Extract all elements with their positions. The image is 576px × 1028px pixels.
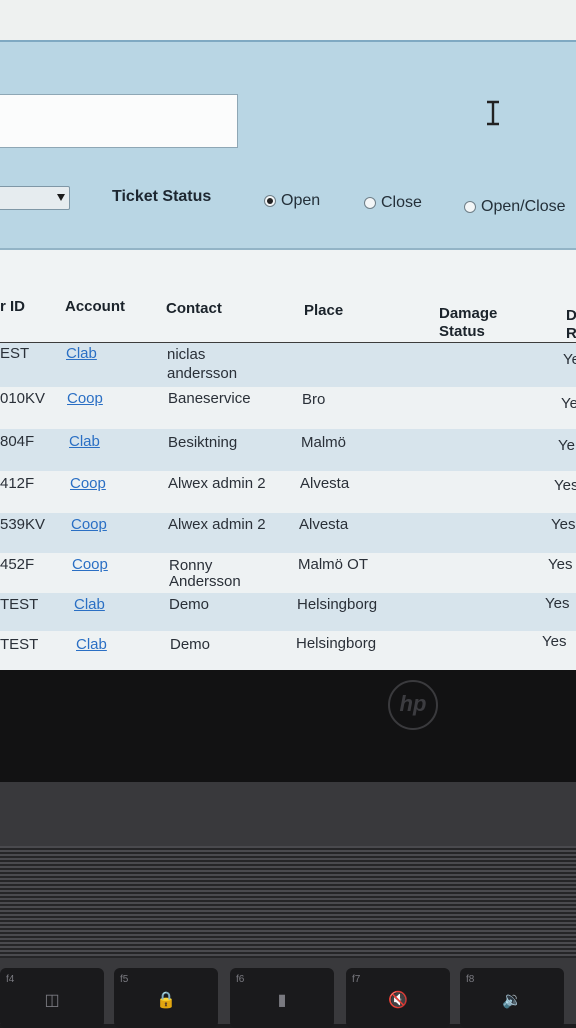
key-f6-label: f6 bbox=[236, 974, 245, 985]
status-radio-close[interactable]: Close bbox=[364, 194, 422, 212]
cell-contact: Demo bbox=[170, 636, 211, 653]
dropdown-arrow-icon bbox=[57, 194, 65, 201]
cell-place: Helsingborg bbox=[296, 635, 377, 652]
key-f4-label: f4 bbox=[6, 974, 15, 985]
key-f5-label: f5 bbox=[120, 974, 129, 985]
cell-last: Yes bbox=[554, 477, 576, 494]
cell-place: Alvesta bbox=[299, 516, 349, 533]
table-row[interactable]: 010KV Coop Baneservice Bro Ye bbox=[0, 387, 576, 429]
table-row[interactable]: EST Clab niclas andersson Ye bbox=[0, 343, 576, 387]
screen-bezel bbox=[0, 670, 576, 782]
battery-icon: ▮ bbox=[277, 992, 287, 1009]
col-header-contact[interactable]: Contact bbox=[166, 300, 222, 318]
cell-contact-line2: Andersson bbox=[169, 573, 241, 590]
cell-contact: Alwex admin 2 bbox=[168, 475, 266, 492]
status-radio-open-label: Open bbox=[281, 192, 321, 209]
cell-id: 010KV bbox=[0, 390, 46, 407]
cell-place: Malmö OT bbox=[298, 556, 369, 573]
cell-last: Yes bbox=[545, 595, 570, 612]
filter-select[interactable] bbox=[0, 186, 70, 210]
cell-account-link[interactable]: Coop bbox=[71, 516, 107, 533]
key-f5[interactable]: f5 🔒 bbox=[114, 968, 218, 1028]
cell-contact: Ronny bbox=[169, 557, 213, 574]
cell-account-link[interactable]: Clab bbox=[66, 345, 97, 362]
cell-id: 412F bbox=[0, 475, 35, 492]
speaker-grille bbox=[0, 846, 576, 958]
cell-contact: Alwex admin 2 bbox=[168, 516, 266, 533]
cell-account-link[interactable]: Coop bbox=[72, 556, 108, 573]
top-strip bbox=[0, 0, 576, 40]
radio-selected-icon[interactable] bbox=[264, 195, 276, 207]
status-radio-open-close-label: Open/Close bbox=[481, 198, 566, 215]
col-header-id[interactable]: r ID bbox=[0, 298, 25, 316]
status-radio-close-label: Close bbox=[381, 194, 422, 211]
cell-place: Helsingborg bbox=[297, 596, 378, 613]
key-f4[interactable]: f4 ◫ bbox=[0, 968, 104, 1028]
cell-account-link[interactable]: Coop bbox=[67, 390, 103, 407]
radio-unselected-icon[interactable] bbox=[464, 201, 476, 213]
cell-contact: Demo bbox=[169, 596, 210, 613]
cell-contact: niclas bbox=[167, 346, 206, 363]
ticket-status-label: Ticket Status bbox=[112, 188, 212, 205]
status-radio-open[interactable]: Open bbox=[264, 192, 320, 210]
lock-icon: 🔒 bbox=[156, 992, 176, 1009]
cell-last: Ye bbox=[558, 437, 575, 454]
cell-contact: Baneservice bbox=[168, 390, 251, 407]
table-row[interactable]: TEST Clab Demo Helsingborg Yes bbox=[0, 593, 576, 631]
col-header-damage-line2: Status bbox=[439, 323, 485, 340]
cell-id: EST bbox=[0, 345, 30, 362]
table-row[interactable]: 539KV Coop Alwex admin 2 Alvesta Yes bbox=[0, 513, 576, 553]
cell-account-link[interactable]: Clab bbox=[76, 636, 107, 653]
browser-screen: Ticket Status Open Close Open/Close r ID… bbox=[0, 0, 576, 670]
table-row[interactable]: TEST Clab Demo Helsingborg Yes bbox=[0, 631, 576, 670]
cell-last: Yes bbox=[548, 556, 573, 573]
cell-id: TEST bbox=[0, 636, 39, 653]
cell-last: Yes bbox=[551, 516, 576, 533]
cell-id: 539KV bbox=[0, 516, 46, 533]
cell-account-link[interactable]: Coop bbox=[70, 475, 106, 492]
col-header-place[interactable]: Place bbox=[304, 302, 343, 320]
cell-account-link[interactable]: Clab bbox=[69, 433, 100, 450]
tickets-table: r ID Account Contact Place Damage Status… bbox=[0, 250, 576, 670]
text-cursor-icon bbox=[487, 100, 499, 126]
col-header-last-line1: D bbox=[566, 307, 576, 324]
table-row[interactable]: 452F Coop Ronny Andersson Malmö OT Yes bbox=[0, 553, 576, 593]
volume-down-icon: 🔉 bbox=[502, 992, 522, 1009]
cell-place: Alvesta bbox=[300, 475, 350, 492]
cell-place: Malmö bbox=[301, 434, 347, 451]
key-f7[interactable]: f7 🔇 bbox=[346, 968, 450, 1028]
key-f8-label: f8 bbox=[466, 974, 475, 985]
key-f8[interactable]: f8 🔉 bbox=[460, 968, 564, 1028]
col-header-damage-status[interactable]: Damage Status bbox=[439, 305, 497, 341]
col-header-last[interactable]: D R bbox=[566, 307, 576, 343]
cell-id: TEST bbox=[0, 596, 39, 613]
cell-account-link[interactable]: Clab bbox=[74, 596, 105, 613]
radio-unselected-icon[interactable] bbox=[364, 197, 376, 209]
cell-last: Yes bbox=[542, 633, 567, 650]
hp-logo-icon: hp bbox=[388, 680, 438, 730]
table-row[interactable]: 804F Clab Besiktning Malmö Ye bbox=[0, 429, 576, 471]
col-header-last-line2: R bbox=[566, 325, 576, 342]
status-radio-open-close[interactable]: Open/Close bbox=[464, 198, 566, 216]
search-input[interactable] bbox=[0, 94, 238, 148]
cell-place: Bro bbox=[302, 391, 326, 408]
cell-last: Ye bbox=[561, 395, 576, 412]
filter-panel: Ticket Status Open Close Open/Close bbox=[0, 40, 576, 250]
cell-contact: Besiktning bbox=[168, 434, 238, 451]
window-switch-icon: ◫ bbox=[44, 992, 60, 1009]
table-row[interactable]: 412F Coop Alwex admin 2 Alvesta Yes bbox=[0, 471, 576, 513]
cell-id: 804F bbox=[0, 433, 35, 450]
col-header-damage-line1: Damage bbox=[439, 305, 498, 322]
cell-id: 452F bbox=[0, 556, 35, 573]
col-header-account[interactable]: Account bbox=[65, 298, 125, 316]
key-f6[interactable]: f6 ▮ bbox=[230, 968, 334, 1028]
cell-contact-line2: andersson bbox=[167, 365, 238, 382]
cell-last: Ye bbox=[563, 351, 576, 368]
key-f7-label: f7 bbox=[352, 974, 361, 985]
mute-icon: 🔇 bbox=[388, 992, 408, 1009]
